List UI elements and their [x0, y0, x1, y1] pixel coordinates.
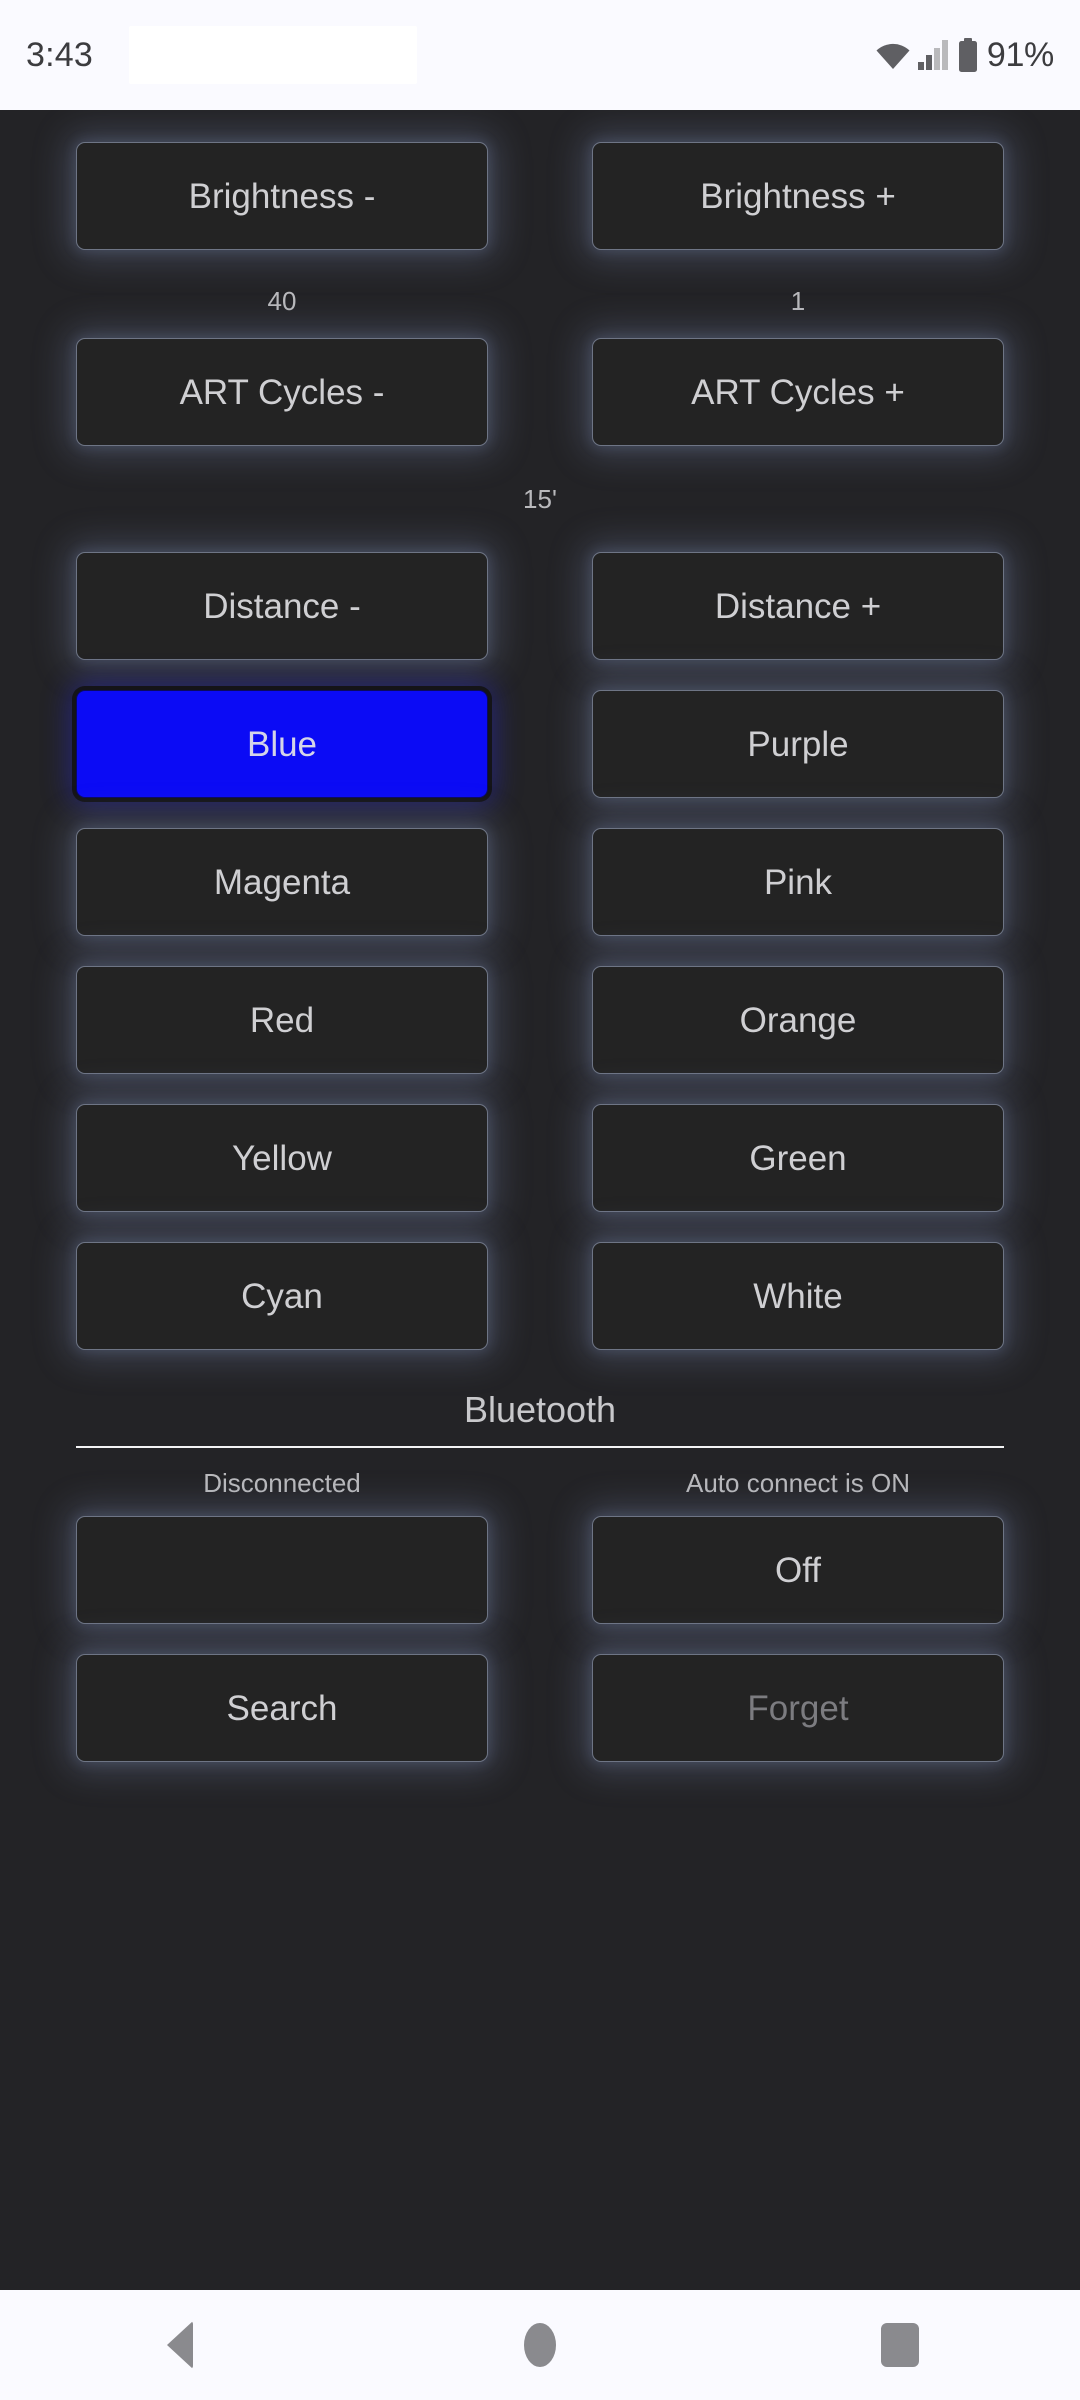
color-row-yellow-green: Yellow Green [76, 1104, 1004, 1212]
bluetooth-search-button[interactable]: Search [76, 1654, 488, 1762]
color-button-red[interactable]: Red [76, 966, 488, 1074]
signal-icon [917, 40, 950, 70]
brightness-row: Brightness - Brightness + [76, 142, 1004, 250]
art-cycles-value: 1 [790, 286, 806, 316]
brightness-value: 40 [267, 286, 297, 316]
color-row-blue-purple: Blue Purple [76, 690, 1004, 798]
nav-recents-button[interactable] [825, 2290, 975, 2400]
color-button-blue[interactable]: Blue [76, 690, 488, 798]
color-row-magenta-pink: Magenta Pink [76, 828, 1004, 936]
color-row-red-orange: Red Orange [76, 966, 1004, 1074]
color-button-orange[interactable]: Orange [592, 966, 1004, 1074]
color-button-purple[interactable]: Purple [592, 690, 1004, 798]
distance-row: Distance - Distance + [76, 552, 1004, 660]
system-navigation-bar [0, 2290, 1080, 2400]
bluetooth-device-button[interactable] [76, 1516, 488, 1624]
color-button-white[interactable]: White [592, 1242, 1004, 1350]
bluetooth-status-row: Disconnected Auto connect is ON [76, 1470, 1004, 1496]
bluetooth-action-row: Search Forget [76, 1654, 1004, 1762]
status-bar-left: 3:43 [26, 26, 417, 84]
notification-area [128, 26, 417, 84]
distance-value-row: 15' [76, 486, 1004, 512]
recents-icon [881, 2323, 919, 2367]
distance-value: 15' [523, 484, 557, 514]
status-bar-right: 91% [875, 36, 1054, 75]
color-button-magenta[interactable]: Magenta [76, 828, 488, 936]
bluetooth-connection-status: Disconnected [203, 1468, 361, 1498]
color-button-pink[interactable]: Pink [592, 828, 1004, 936]
bluetooth-section-divider [76, 1446, 1004, 1448]
bluetooth-forget-button[interactable]: Forget [592, 1654, 1004, 1762]
status-bar: 3:43 91% [0, 0, 1080, 110]
distance-plus-button[interactable]: Distance + [592, 552, 1004, 660]
color-button-green[interactable]: Green [592, 1104, 1004, 1212]
bluetooth-auto-connect-status: Auto connect is ON [686, 1468, 910, 1498]
nav-back-button[interactable] [105, 2290, 255, 2400]
color-button-yellow[interactable]: Yellow [76, 1104, 488, 1212]
color-row-cyan-white: Cyan White [76, 1242, 1004, 1350]
color-button-cyan[interactable]: Cyan [76, 1242, 488, 1350]
nav-home-button[interactable] [465, 2290, 615, 2400]
phone-screen: 3:43 91% Brightness - Brightness + 40 1 … [0, 0, 1080, 2400]
brightness-minus-button[interactable]: Brightness - [76, 142, 488, 250]
brightness-art-value-row: 40 1 [76, 288, 1004, 314]
status-clock: 3:43 [26, 35, 93, 74]
wifi-icon [875, 40, 911, 70]
bluetooth-device-row: Off [76, 1516, 1004, 1624]
brightness-plus-button[interactable]: Brightness + [592, 142, 1004, 250]
art-cycles-minus-button[interactable]: ART Cycles - [76, 338, 488, 446]
app-content: Brightness - Brightness + 40 1 ART Cycle… [0, 110, 1080, 2290]
home-icon [524, 2323, 556, 2367]
bluetooth-power-button[interactable]: Off [592, 1516, 1004, 1624]
art-cycles-plus-button[interactable]: ART Cycles + [592, 338, 1004, 446]
battery-icon [957, 38, 979, 72]
bluetooth-section-title: Bluetooth [463, 1389, 617, 1430]
battery-percent-label: 91% [986, 35, 1054, 74]
art-cycles-row: ART Cycles - ART Cycles + [76, 338, 1004, 446]
distance-minus-button[interactable]: Distance - [76, 552, 488, 660]
back-icon [167, 2321, 193, 2369]
